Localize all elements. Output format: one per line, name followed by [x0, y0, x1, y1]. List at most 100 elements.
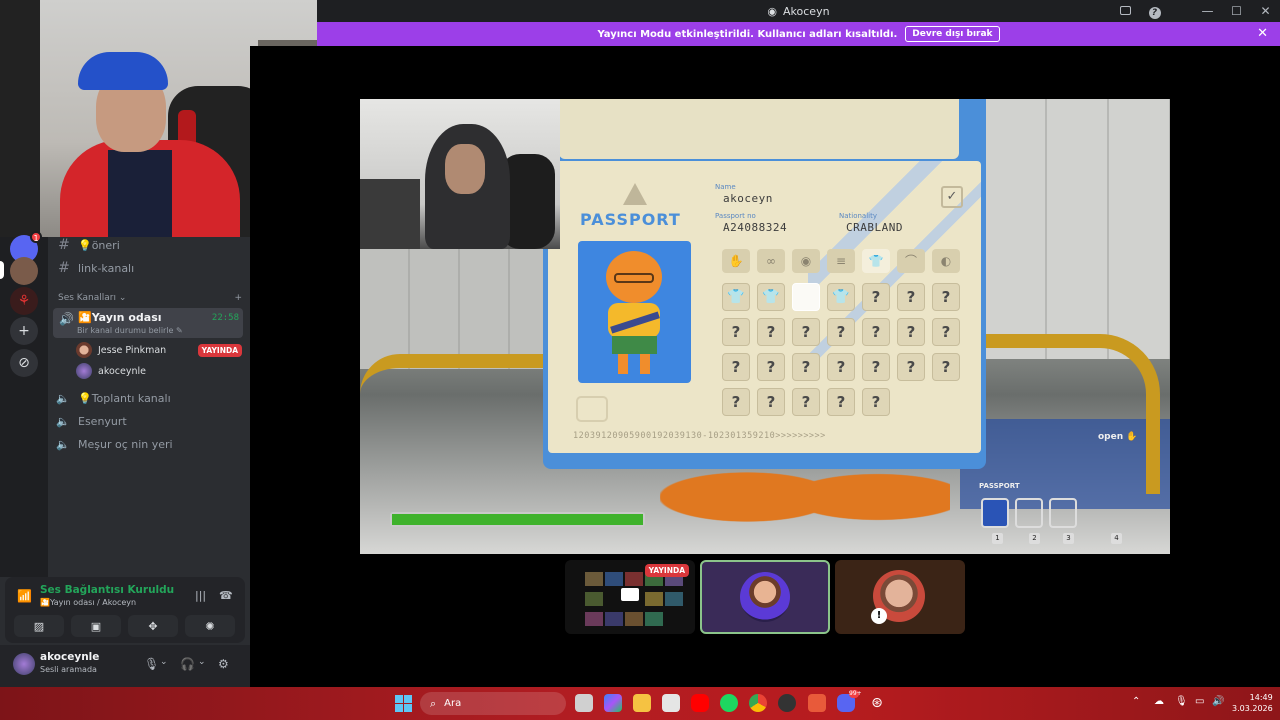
camera-icon[interactable] [576, 396, 608, 422]
locked-slot[interactable]: ? [862, 353, 890, 381]
chevron-down-icon[interactable]: ⌄ [160, 657, 168, 667]
disconnect-icon[interactable]: ☎ [219, 589, 233, 602]
voice-channel-active[interactable]: 🔊 🎦Yayın odası Bir kanal durumu belirle … [53, 308, 243, 338]
eye-tab-icon[interactable]: ◉ [792, 249, 820, 273]
taskbar-search[interactable]: ⌕ Ara [420, 692, 566, 715]
app-icon[interactable] [808, 694, 826, 712]
locked-slot[interactable]: ? [722, 318, 750, 346]
locked-slot[interactable]: ? [897, 318, 925, 346]
shirt-item-icon[interactable]: 👕 [827, 283, 855, 311]
maximize-button[interactable]: ☐ [1222, 4, 1251, 18]
cloud-icon[interactable]: ☁ [1154, 696, 1164, 707]
voice-status[interactable]: Ses Bağlantısı Kuruldu [40, 584, 174, 596]
stream-tile-screen[interactable]: YAYINDA [565, 560, 695, 634]
glove-tab-icon[interactable]: ✋ [722, 249, 750, 273]
server-icon-active[interactable] [10, 257, 38, 285]
file-explorer-icon[interactable] [633, 694, 651, 712]
avatar[interactable] [13, 653, 35, 675]
shirt-item-icon[interactable]: 👕 [757, 283, 785, 311]
headphones-icon[interactable]: 🎧 [180, 657, 195, 671]
misc-tab-icon[interactable]: ◐ [932, 249, 960, 273]
voice-member[interactable]: Jesse Pinkman YAYINDA [76, 340, 242, 360]
locked-slot[interactable]: ? [757, 353, 785, 381]
store-icon[interactable] [662, 694, 680, 712]
locked-slot[interactable]: ? [722, 353, 750, 381]
locked-slot[interactable]: ? [827, 318, 855, 346]
windows-start-icon[interactable] [395, 695, 412, 712]
screen-share-icon [621, 588, 639, 601]
voice-section-header[interactable]: Ses Kanalları ⌄ + [58, 293, 242, 303]
chrome-icon[interactable] [749, 694, 767, 712]
help-icon[interactable]: ? [1140, 4, 1169, 19]
chevron-down-icon[interactable]: ⌄ [198, 657, 206, 667]
minimize-button[interactable]: — [1193, 4, 1222, 18]
discover-icon[interactable]: ⊘ [10, 349, 38, 377]
voice-channel-item[interactable]: 🔈 Meşur oç nin yeri [56, 433, 242, 455]
camera-off-button[interactable]: ▨ [14, 615, 64, 637]
locked-slot[interactable]: ? [792, 318, 820, 346]
screen: ◉ Akoceyn ? — ☐ ✕ Yayıncı Modu etkinleşt… [0, 0, 1280, 720]
clock[interactable]: 14:49 3.03.2026 [1232, 692, 1273, 714]
voice-channel-item[interactable]: 🔈 💡Toplantı kanalı [56, 387, 242, 409]
monitor-icon[interactable]: ▭ [1195, 696, 1204, 707]
locked-slot[interactable]: ? [757, 318, 785, 346]
selected-slot[interactable] [792, 283, 820, 311]
mouth-tab-icon[interactable]: ≡ [827, 249, 855, 273]
close-button[interactable]: ✕ [1251, 4, 1280, 18]
obs-icon[interactable]: ⊛ [868, 694, 886, 712]
confirm-check-icon[interactable]: ✓ [941, 186, 963, 208]
server-icon[interactable]: ⚘ [10, 287, 38, 315]
soundboard-button[interactable]: ✺ [185, 615, 235, 637]
participant-tile[interactable]: ! [835, 560, 965, 634]
github-icon[interactable] [778, 694, 796, 712]
voice-member[interactable]: akoceynle [76, 361, 242, 381]
channel-item[interactable]: # link-kanalı [56, 257, 242, 279]
channel-status-editor[interactable]: Bir kanal durumu belirle ✎ [77, 326, 183, 335]
locked-slot[interactable]: ? [862, 388, 890, 416]
copilot-icon[interactable] [604, 694, 622, 712]
inbox-icon[interactable] [1111, 4, 1140, 18]
add-server-icon[interactable]: + [10, 317, 38, 345]
avatar [740, 572, 790, 622]
voice-channel-item[interactable]: 🔈 Esenyurt [56, 410, 242, 432]
volume-icon[interactable]: 🔊 [1212, 696, 1224, 707]
activities-button[interactable]: ✥ [128, 615, 178, 637]
microphone-icon[interactable]: 🎙 [1175, 696, 1188, 707]
settings-gear-icon[interactable]: ⚙ [218, 657, 229, 671]
spotify-icon[interactable] [720, 694, 738, 712]
taskbar: ⌕ Ara 99+ ⊛ ⌃ ☁ 🎙 ▭ 🔊 14:49 3.03.2026 [0, 687, 1280, 720]
character-portrait [578, 241, 691, 383]
disable-streamer-mode-button[interactable]: Devre dışı bırak [905, 26, 1000, 42]
add-channel-icon[interactable]: + [234, 293, 242, 303]
locked-slot[interactable]: ? [932, 353, 960, 381]
voice-location[interactable]: 🎦Yayın odası / Akoceyn [40, 598, 136, 607]
share-screen-button[interactable]: ▣ [71, 615, 121, 637]
stream-video[interactable]: PASSPORT Name akoceyn Passport no A24088… [360, 99, 1170, 554]
locked-slot[interactable]: ? [827, 353, 855, 381]
locked-slot[interactable]: ? [792, 388, 820, 416]
participant-tile-selected[interactable] [700, 560, 830, 634]
live-badge: YAYINDA [644, 564, 689, 577]
locked-slot[interactable]: ? [792, 353, 820, 381]
shoe-tab-icon[interactable]: ⌒ [897, 249, 925, 273]
shirt-item-icon[interactable]: 👕 [722, 283, 750, 311]
locked-slot[interactable]: ? [932, 283, 960, 311]
microphone-icon[interactable]: 🎙 [144, 657, 159, 671]
youtube-icon[interactable] [691, 694, 709, 712]
locked-slot[interactable]: ? [757, 388, 785, 416]
locked-slot[interactable]: ? [862, 283, 890, 311]
shirt-tab-icon[interactable]: 👕 [862, 249, 890, 273]
locked-slot[interactable]: ? [827, 388, 855, 416]
locked-slot[interactable]: ? [897, 283, 925, 311]
noise-suppression-icon[interactable]: ||| [195, 589, 206, 602]
chevron-up-icon[interactable]: ⌃ [1132, 696, 1140, 707]
task-view-icon[interactable] [575, 694, 593, 712]
locked-slot[interactable]: ? [862, 318, 890, 346]
locked-slot[interactable]: ? [897, 353, 925, 381]
channel-item[interactable]: # 💡öneri [56, 234, 242, 256]
glasses-tab-icon[interactable]: ∞ [757, 249, 785, 273]
banner-close-icon[interactable]: ✕ [1257, 26, 1268, 41]
window-title: Akoceyn [783, 4, 830, 18]
locked-slot[interactable]: ? [932, 318, 960, 346]
locked-slot[interactable]: ? [722, 388, 750, 416]
